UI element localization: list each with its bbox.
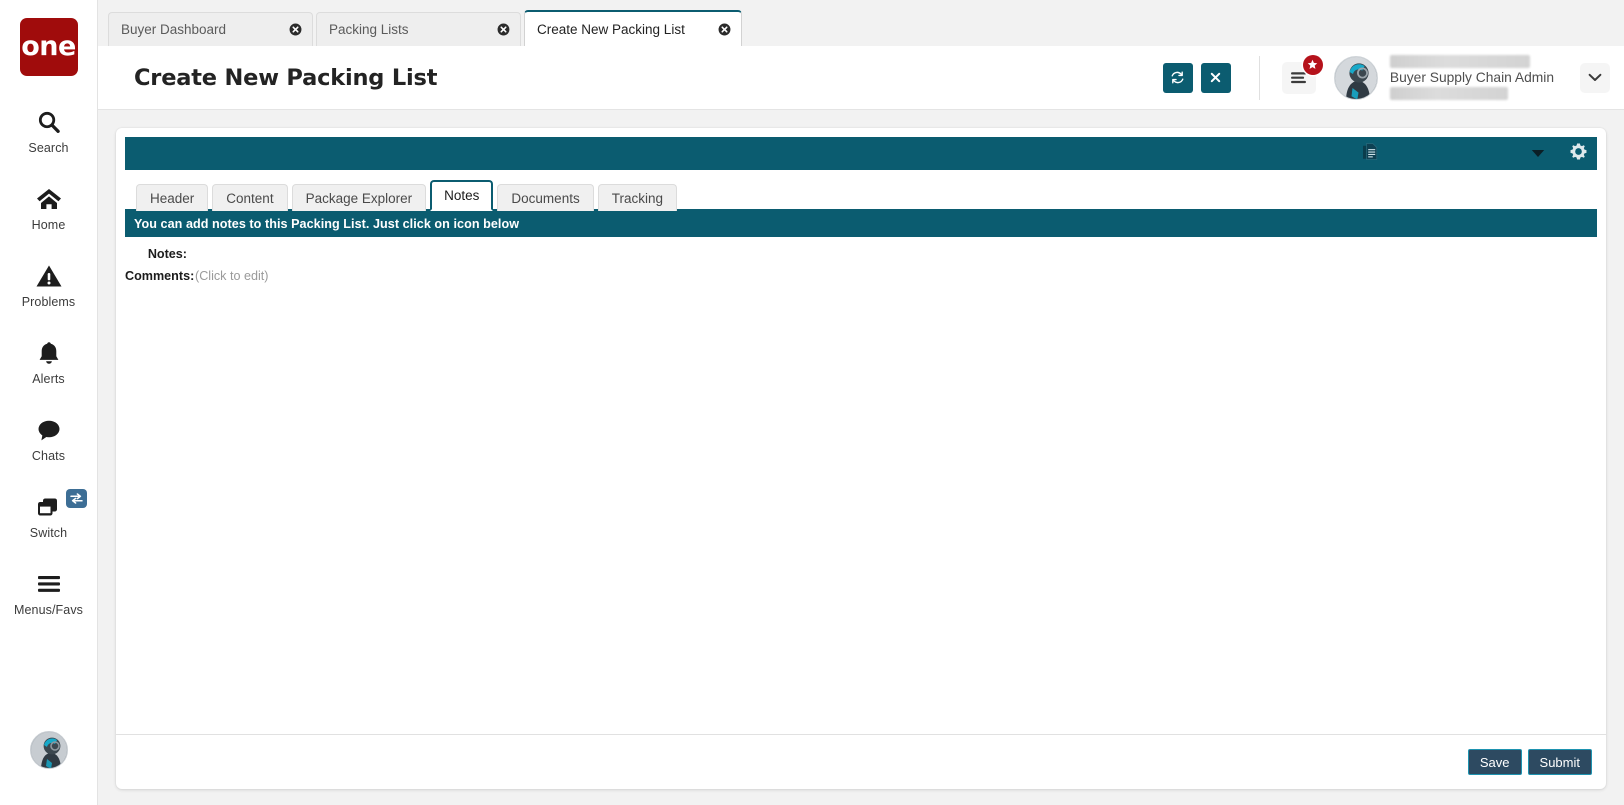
tab-label: Documents	[511, 190, 580, 206]
tab-header[interactable]: Header	[136, 184, 209, 211]
close-icon	[1211, 72, 1221, 83]
document-copy-icon[interactable]	[1362, 142, 1378, 165]
card-toolbar	[125, 137, 1597, 170]
star-icon	[1308, 59, 1318, 69]
notes-form: Notes: Comments: (Click to edit)	[125, 237, 1597, 734]
tab-content[interactable]: Content	[212, 184, 288, 211]
sidebar-item-label: Switch	[29, 526, 68, 540]
sidebar-item-home[interactable]: Home	[0, 177, 97, 238]
save-button[interactable]: Save	[1467, 749, 1522, 775]
switch-toggle-badge[interactable]	[66, 489, 87, 508]
tab-label: Create New Packing List	[537, 21, 685, 37]
left-sidebar: one Search Home Problems Alerts Chats Sw…	[0, 0, 98, 805]
tab-label: Buyer Dashboard	[121, 22, 227, 37]
logo-text: one	[21, 30, 76, 62]
tab-packing-lists[interactable]: Packing Lists	[316, 12, 521, 46]
section-tabs: Header Content Package Explorer Notes Do…	[125, 170, 1597, 211]
tab-buyer-dashboard[interactable]: Buyer Dashboard	[108, 12, 313, 46]
tab-notes[interactable]: Notes	[430, 180, 494, 211]
chevron-down-icon	[1588, 73, 1602, 81]
application-window: one Search Home Problems Alerts Chats Sw…	[0, 0, 1624, 805]
sidebar-item-label: Problems	[21, 295, 76, 309]
toolbar-caret-icon[interactable]	[1531, 145, 1545, 163]
home-icon	[35, 184, 63, 214]
tab-package-explorer[interactable]: Package Explorer	[291, 184, 427, 211]
chat-bubble-icon	[35, 415, 63, 445]
content-region: Header Content Package Explorer Notes Do…	[98, 110, 1624, 805]
tab-label: Header	[150, 190, 195, 206]
tab-label: Packing Lists	[329, 22, 409, 37]
page-header: Create New Packing List Buyer Supply Cha…	[98, 46, 1624, 110]
comments-value[interactable]: (Click to edit)	[191, 269, 268, 283]
redacted-user-detail	[1389, 87, 1508, 100]
sidebar-item-label: Chats	[31, 449, 66, 463]
sidebar-item-alerts[interactable]: Alerts	[0, 331, 97, 392]
app-logo[interactable]: one	[19, 18, 78, 76]
sidebar-item-search[interactable]: Search	[0, 100, 97, 161]
refresh-icon	[1171, 71, 1184, 84]
packing-list-card: Header Content Package Explorer Notes Do…	[116, 128, 1606, 789]
sidebar-item-menus-favs[interactable]: Menus/Favs	[0, 562, 97, 623]
page-title: Create New Packing List	[134, 64, 438, 91]
hamburger-icon	[1291, 72, 1307, 84]
switch-windows-icon	[34, 492, 64, 522]
header-menu-wrap	[1281, 54, 1323, 94]
notes-instruction-banner: You can add notes to this Packing List. …	[125, 211, 1597, 237]
user-role-label: Buyer Supply Chain Admin	[1389, 70, 1554, 85]
search-icon	[36, 107, 62, 137]
close-icon[interactable]	[496, 22, 511, 37]
header-actions: Buyer Supply Chain Admin	[1155, 53, 1610, 103]
sidebar-item-label: Alerts	[32, 372, 65, 386]
sidebar-avatar[interactable]	[29, 731, 68, 769]
sidebar-nav: Search Home Problems Alerts Chats Switch…	[0, 100, 97, 639]
notes-label: Notes:	[147, 247, 187, 261]
gear-icon[interactable]	[1569, 142, 1588, 166]
comments-label: Comments:	[125, 269, 195, 283]
tab-create-new-packing-list[interactable]: Create New Packing List	[524, 10, 742, 46]
tab-tracking[interactable]: Tracking	[597, 184, 677, 211]
sidebar-item-label: Search	[28, 141, 69, 155]
close-icon[interactable]	[288, 22, 303, 37]
comments-row: Comments: (Click to edit)	[125, 269, 1597, 283]
tab-label: Content	[226, 190, 274, 206]
close-page-button[interactable]	[1200, 62, 1231, 93]
sidebar-item-switch[interactable]: Switch	[0, 485, 97, 546]
submit-button[interactable]: Submit	[1527, 749, 1592, 775]
sidebar-item-label: Menus/Favs	[13, 603, 84, 617]
tab-documents[interactable]: Documents	[497, 184, 594, 211]
main-area: Buyer Dashboard Packing Lists Create New…	[98, 0, 1624, 805]
tab-strip: Buyer Dashboard Packing Lists Create New…	[98, 0, 1624, 46]
tab-label: Package Explorer	[305, 190, 413, 206]
redacted-company-name	[1389, 55, 1530, 68]
user-info: Buyer Supply Chain Admin	[1389, 53, 1554, 103]
sidebar-item-label: Home	[31, 218, 66, 232]
close-icon[interactable]	[717, 22, 732, 37]
warning-triangle-icon	[35, 261, 63, 291]
star-badge[interactable]	[1302, 54, 1323, 75]
hamburger-icon	[35, 569, 63, 599]
header-divider	[1258, 55, 1260, 100]
card-footer: Save Submit	[116, 735, 1606, 789]
refresh-button[interactable]	[1162, 62, 1193, 93]
bell-icon	[37, 338, 61, 368]
avatar[interactable]	[1333, 55, 1378, 100]
tab-label: Notes	[444, 188, 480, 203]
user-dropdown-button[interactable]	[1580, 62, 1610, 93]
tab-label: Tracking	[611, 190, 663, 206]
sidebar-item-problems[interactable]: Problems	[0, 254, 97, 315]
sidebar-item-chats[interactable]: Chats	[0, 408, 97, 469]
notes-row: Notes:	[125, 247, 1597, 261]
